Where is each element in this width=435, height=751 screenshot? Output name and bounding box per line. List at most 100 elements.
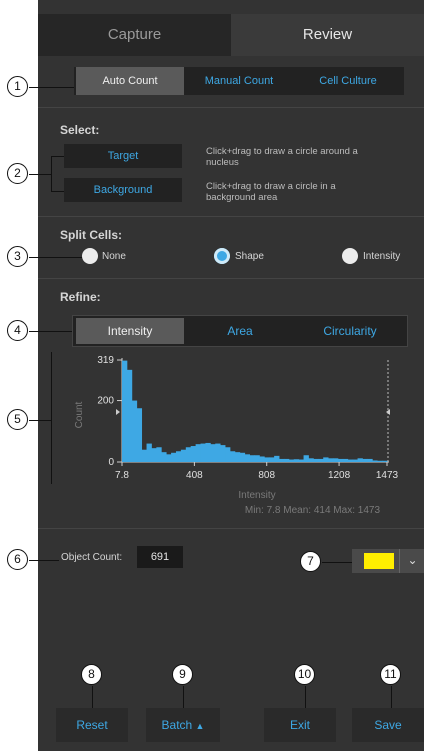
histogram-bar [161,452,167,462]
histogram-bar [333,458,339,462]
callout-5: 5 [7,409,28,430]
manual-count-button[interactable]: Manual Count [186,67,292,95]
histogram-bar [220,445,226,462]
histogram-bar [126,369,133,462]
histogram-bar [288,459,295,462]
callout-leader [51,156,64,157]
object-count-value: 691 [137,546,183,568]
left-threshold-marker[interactable] [116,409,120,415]
batch-button[interactable]: Batch ▲ [146,708,220,742]
histogram-bar [303,455,309,462]
callout-leader [183,686,184,708]
callout-leader [391,686,392,708]
histogram-bar [190,446,197,462]
histogram-bar [269,457,275,462]
chevron-down-icon[interactable]: ⌄ [399,549,425,573]
radio-intensity-label: Intensity [363,251,401,262]
y-axis-label: Count [74,401,85,428]
histogram-bar [185,447,192,462]
y-tick-label: 319 [97,355,114,366]
refine-label: Refine: [60,290,101,304]
histogram-bar [141,449,147,462]
radio-intensity[interactable] [342,248,358,264]
histogram-bar [200,443,206,462]
histogram-bar [352,459,358,462]
batch-button-label: Batch [161,718,193,732]
intensity-histogram[interactable]: 0 200 319 7.8 408 808 1208 1473 Count Intensity… [38,350,424,525]
x-tick-label: 1473 [376,470,399,481]
select-label: Select: [60,123,100,137]
histogram-bar [259,456,265,462]
callout-leader [29,331,72,332]
callout-leader [29,174,51,175]
histogram-bar [377,460,383,462]
callout-leader [29,87,74,88]
reset-button[interactable]: Reset [56,708,128,742]
save-button[interactable]: Save [352,708,424,742]
divider [38,216,424,217]
callout-leader [51,352,52,484]
histogram-bar [249,455,255,462]
histogram-bar [382,460,388,462]
histogram-bar [136,408,143,462]
refine-tab-intensity[interactable]: Intensity [76,318,184,344]
histogram-bar [347,459,354,462]
callout-7: 7 [300,551,321,572]
refine-tab-group: Intensity Area Circularity [72,315,408,347]
x-axis-label: Intensity [238,490,275,501]
histogram-bar [244,454,250,462]
callout-leader [29,257,82,258]
cell-culture-button[interactable]: Cell Culture [294,67,402,95]
histogram-bar [308,458,314,462]
histogram-bar [166,454,172,462]
color-picker[interactable]: ⌄ [352,549,424,573]
callout-9: 9 [172,664,193,685]
histogram-bar [372,460,378,462]
histogram-bar [156,447,162,462]
callout-leader [51,191,64,192]
histogram-bar [146,443,152,462]
auto-count-button[interactable]: Auto Count [76,67,184,95]
histogram-bar [239,452,246,462]
callout-leader [51,156,52,192]
callout-leader [322,562,352,563]
histogram-bar [234,452,241,462]
histogram-bar [313,458,319,462]
callout-8: 8 [81,664,102,685]
histogram-bar [337,458,344,462]
color-swatch[interactable] [364,553,394,569]
histogram-bar [229,451,236,462]
histogram-bar [195,444,201,462]
refine-tab-circularity[interactable]: Circularity [295,316,405,346]
target-hint: Click+drag to draw a circle around a nucl… [206,146,358,168]
split-cells-label: Split Cells: [60,228,123,242]
callout-leader [92,686,93,708]
histogram-bar [151,448,157,462]
background-hint: Click+drag to draw a circle in a backgrou… [206,181,336,203]
divider [38,528,424,529]
histogram-bar [357,458,363,462]
refine-tab-area[interactable]: Area [187,316,293,346]
x-tick-label: 408 [186,470,203,481]
radio-none-label: None [102,251,126,262]
tab-capture[interactable]: Capture [38,14,231,56]
callout-11: 11 [380,664,401,685]
callout-1: 1 [7,76,28,97]
callout-2: 2 [7,163,28,184]
histogram-bar [367,458,373,462]
radio-shape[interactable] [214,248,230,264]
target-button[interactable]: Target [64,144,182,168]
x-tick-label: 808 [258,470,275,481]
callout-3: 3 [7,246,28,267]
background-button[interactable]: Background [64,178,182,202]
exit-button[interactable]: Exit [264,708,336,742]
x-tick-label: 1208 [328,470,351,481]
y-tick-label: 200 [97,396,114,407]
histogram-bar [254,455,260,462]
histogram-bar [328,458,334,462]
y-tick-label: 0 [108,457,114,468]
radio-none[interactable] [82,248,98,264]
tab-review[interactable]: Review [231,14,424,56]
histogram-bar [298,459,304,462]
top-tab-bar: Capture Review [38,14,424,56]
